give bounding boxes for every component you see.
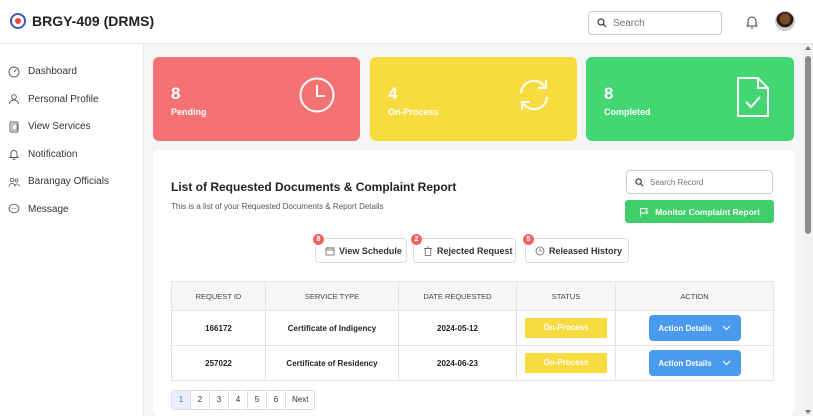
date-requested-cell: 2024-05-12 bbox=[398, 310, 517, 346]
next-page-button[interactable]: Next bbox=[286, 391, 315, 409]
calendar-icon bbox=[325, 246, 335, 255]
action-cell: Action Details bbox=[615, 310, 774, 346]
search-icon bbox=[597, 18, 607, 28]
action-details-label: Action Details bbox=[658, 358, 712, 368]
view-schedule-button[interactable]: 8 View Schedule bbox=[313, 234, 407, 263]
service-type-cell: Certificate of Indigency bbox=[265, 310, 399, 346]
service-type-cell: Certificate of Residency bbox=[265, 345, 399, 381]
scroll-down-arrow-icon[interactable] bbox=[805, 410, 811, 414]
sidebar-item-label: Notification bbox=[28, 148, 78, 160]
sidebar-item-dashboard[interactable]: Dashboard bbox=[0, 58, 143, 86]
monitor-complaint-report-label: Monitor Complaint Report bbox=[655, 206, 760, 217]
scrollbar-thumb[interactable] bbox=[805, 56, 811, 234]
scroll-up-arrow-icon[interactable] bbox=[805, 46, 811, 50]
schedule-count-badge: 8 bbox=[313, 234, 324, 245]
panel-title: List of Requested Documents & Complaint … bbox=[171, 180, 457, 194]
request-id-cell: 166172 bbox=[171, 310, 266, 346]
col-date-requested: DATE REQUESTED bbox=[398, 281, 517, 311]
sidebar-item-label: Barangay Officials bbox=[28, 176, 109, 188]
trash-icon bbox=[424, 246, 432, 256]
rejected-count-badge: 2 bbox=[411, 234, 422, 245]
action-details-button[interactable]: Action Details bbox=[648, 315, 741, 341]
officials-icon bbox=[8, 177, 20, 187]
rejected-request-button[interactable]: 2 Rejected Request bbox=[411, 234, 516, 263]
page-3-button[interactable]: 3 bbox=[210, 391, 229, 409]
status-badge: On-Process bbox=[525, 353, 607, 373]
sidebar-item-message[interactable]: Message bbox=[0, 196, 143, 224]
view-schedule-label: View Schedule bbox=[339, 245, 402, 256]
pagination: 1 2 3 4 5 6 Next bbox=[171, 390, 316, 410]
header-search-box[interactable] bbox=[588, 11, 722, 35]
on-process-stat-card[interactable]: 4 On-Process bbox=[370, 57, 577, 141]
sidebar-item-view-services[interactable]: View Services bbox=[0, 113, 143, 141]
sidebar-item-label: View Services bbox=[28, 121, 91, 133]
requests-panel: List of Requested Documents & Complaint … bbox=[153, 150, 794, 416]
chevron-down-icon bbox=[722, 325, 731, 331]
col-status: STATUS bbox=[516, 281, 616, 311]
header-search-input[interactable] bbox=[613, 17, 713, 29]
page-1-button[interactable]: 1 bbox=[172, 391, 191, 409]
page-scrollbar[interactable] bbox=[803, 44, 813, 416]
flag-icon bbox=[640, 207, 649, 216]
page-6-button[interactable]: 6 bbox=[267, 391, 286, 409]
sidebar-item-notification[interactable]: Notification bbox=[0, 141, 143, 169]
document-check-icon bbox=[737, 77, 769, 117]
table-row: 257022 Certificate of Residency 2024-06-… bbox=[171, 345, 774, 381]
record-search-box[interactable] bbox=[626, 170, 773, 194]
date-requested-cell: 2024-06-23 bbox=[398, 345, 517, 381]
status-badge: On-Process bbox=[525, 318, 607, 338]
history-clock-icon bbox=[535, 246, 545, 255]
clock-icon bbox=[299, 77, 335, 113]
pending-stat-card[interactable]: 8 Pending bbox=[153, 57, 360, 141]
col-action: ACTION bbox=[615, 281, 774, 311]
page-5-button[interactable]: 5 bbox=[248, 391, 267, 409]
user-icon bbox=[9, 94, 19, 105]
notification-bell-icon[interactable] bbox=[744, 14, 760, 30]
top-navbar: BRGY-409 (DRMS) bbox=[0, 0, 813, 44]
sidebar: Dashboard Personal Profile View Services… bbox=[0, 44, 144, 416]
monitor-complaint-report-button[interactable]: Monitor Complaint Report bbox=[625, 200, 774, 223]
brand[interactable]: BRGY-409 (DRMS) bbox=[10, 13, 154, 29]
sidebar-item-personal-profile[interactable]: Personal Profile bbox=[0, 86, 143, 114]
requests-table: REQUEST ID SERVICE TYPE DATE REQUESTED S… bbox=[171, 281, 774, 381]
table-header-row: REQUEST ID SERVICE TYPE DATE REQUESTED S… bbox=[171, 281, 774, 311]
record-search-input[interactable] bbox=[650, 177, 760, 187]
search-icon bbox=[635, 177, 644, 186]
action-cell: Action Details bbox=[615, 345, 774, 381]
request-id-cell: 257022 bbox=[171, 345, 266, 381]
released-history-label: Released History bbox=[549, 245, 623, 256]
released-count-badge: 5 bbox=[523, 234, 534, 245]
status-cell: On-Process bbox=[516, 310, 616, 346]
sidebar-item-label: Dashboard bbox=[28, 66, 77, 78]
col-request-id: REQUEST ID bbox=[171, 281, 266, 311]
status-cell: On-Process bbox=[516, 345, 616, 381]
col-service-type: SERVICE TYPE bbox=[265, 281, 399, 311]
action-details-label: Action Details bbox=[658, 323, 712, 333]
sidebar-item-label: Message bbox=[28, 203, 69, 215]
table-row: 166172 Certificate of Indigency 2024-05-… bbox=[171, 310, 774, 346]
app-title: BRGY-409 (DRMS) bbox=[32, 13, 155, 29]
refresh-icon bbox=[520, 79, 548, 111]
page-2-button[interactable]: 2 bbox=[191, 391, 210, 409]
rejected-request-label: Rejected Request bbox=[437, 245, 513, 256]
barangay-logo-icon bbox=[10, 13, 26, 29]
page-4-button[interactable]: 4 bbox=[229, 391, 248, 409]
bell-icon bbox=[8, 150, 20, 161]
message-icon bbox=[8, 203, 20, 214]
dashboard-icon bbox=[8, 66, 20, 78]
completed-stat-card[interactable]: 8 Completed bbox=[586, 57, 794, 141]
released-history-button[interactable]: 5 Released History bbox=[523, 234, 629, 263]
sidebar-item-barangay-officials[interactable]: Barangay Officials bbox=[0, 168, 143, 196]
chevron-down-icon bbox=[722, 360, 731, 366]
action-details-button[interactable]: Action Details bbox=[648, 350, 741, 376]
document-icon bbox=[9, 121, 19, 133]
panel-subtitle: This is a list of your Requested Documen… bbox=[171, 202, 384, 211]
sidebar-item-label: Personal Profile bbox=[28, 93, 99, 105]
user-avatar[interactable] bbox=[775, 11, 795, 31]
